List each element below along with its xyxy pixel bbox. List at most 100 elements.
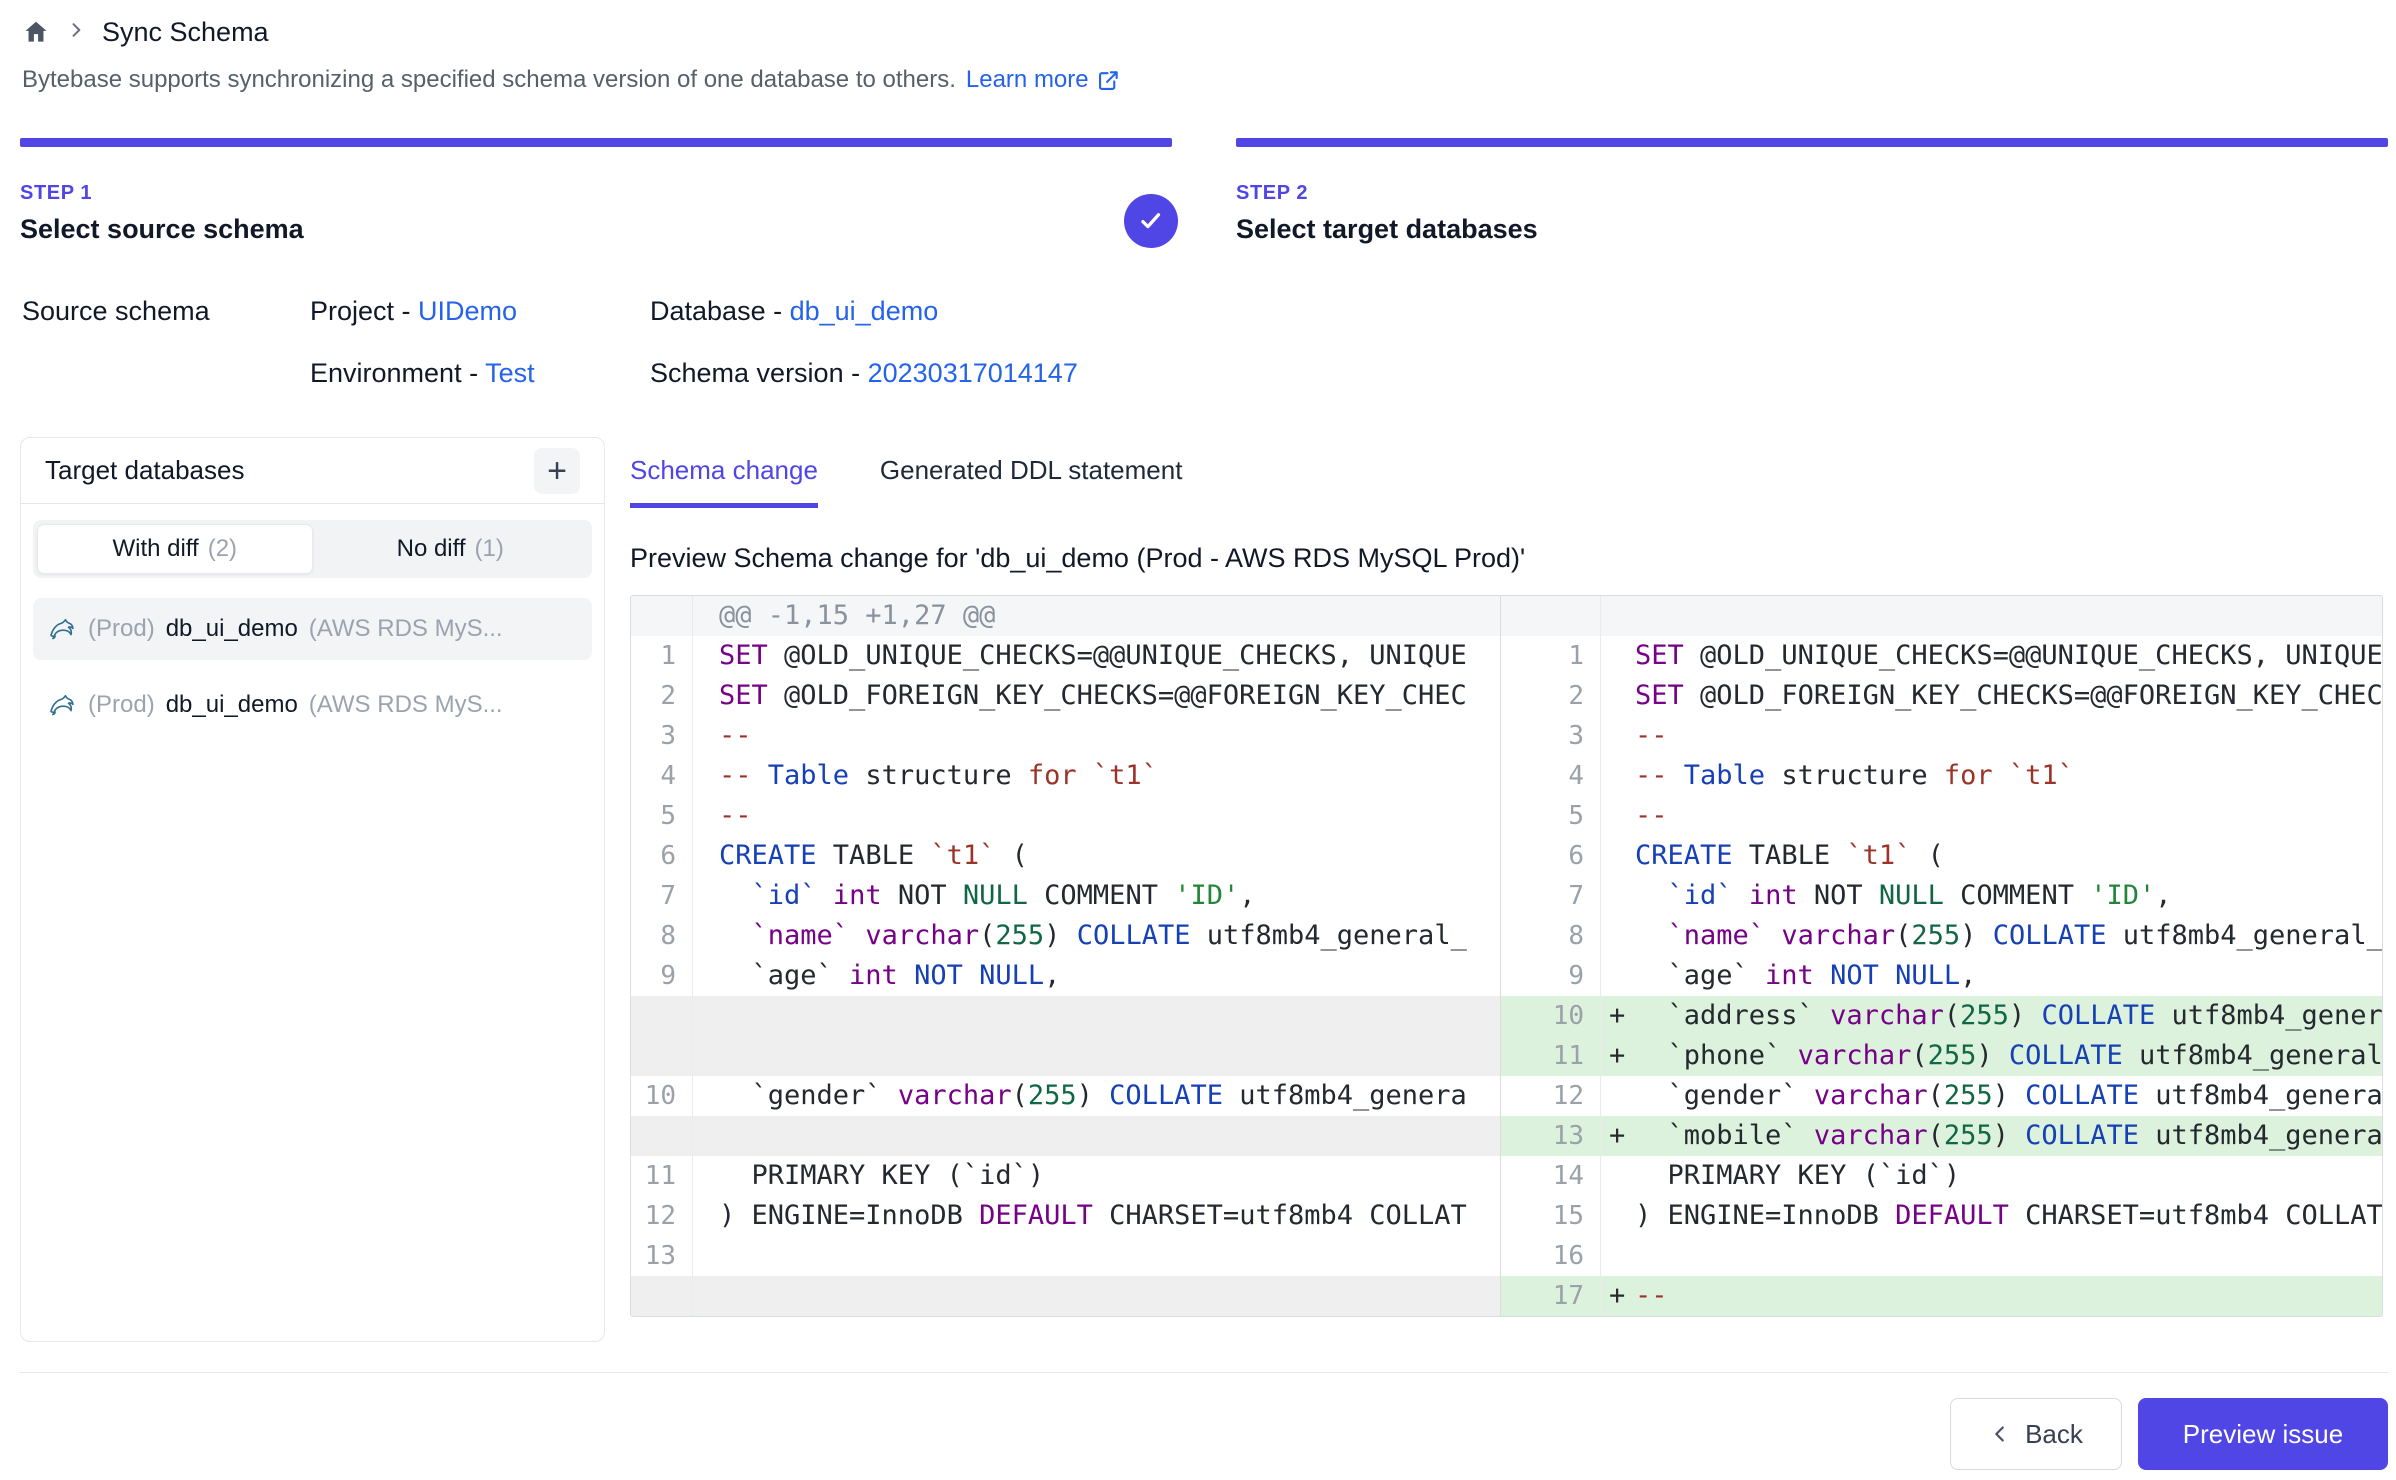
page-title: Sync Schema (102, 17, 269, 48)
preview-tabs: Schema change Generated DDL statement (630, 455, 1182, 508)
step1-completed-badge (1124, 194, 1178, 248)
step2-label: STEP 2 (1236, 182, 1538, 205)
step1-progress-bar (20, 138, 1172, 147)
preview-title: Preview Schema change for 'db_ui_demo (P… (630, 543, 1525, 574)
source-schema-version-field: Schema version - 20230317014147 (650, 358, 1078, 389)
tab-generated-ddl[interactable]: Generated DDL statement (880, 455, 1183, 508)
source-project-field: Project - UIDemo (310, 296, 517, 327)
code-line (1635, 596, 2382, 636)
step1-title: Select source schema (20, 214, 304, 245)
code-line: SET @OLD_UNIQUE_CHECKS=@@UNIQUE_CHECKS, … (693, 636, 1500, 676)
code-line: -- (1635, 716, 2382, 756)
line-number: 10 (631, 1076, 693, 1116)
code-line: ) ENGINE=InnoDB DEFAULT CHARSET=utf8mb4 … (693, 1196, 1500, 1236)
diff-added-row: 13+ `mobile` varchar(255) COLLATE utf8mb… (1501, 1116, 2382, 1156)
diff-code-row: 4-- Table structure for `t1` (631, 756, 1500, 796)
no-diff-count: (1) (475, 535, 504, 563)
code-line (1635, 1236, 2382, 1276)
tab-no-diff[interactable]: No diff (1) (313, 524, 589, 574)
mysql-dolphin-icon (47, 690, 77, 720)
line-number (631, 1116, 693, 1156)
line-number: 6 (631, 836, 693, 876)
diff-filler-row (631, 1036, 1500, 1076)
with-diff-count: (2) (208, 535, 237, 563)
source-database-field: Database - db_ui_demo (650, 296, 938, 327)
target-db-list: (Prod)db_ui_demo(AWS RDS MyS... (Prod)db… (21, 584, 604, 764)
tab-with-diff[interactable]: With diff (2) (37, 524, 313, 574)
line-number: 13 (631, 1236, 693, 1276)
code-line: SET @OLD_FOREIGN_KEY_CHECKS=@@FOREIGN_KE… (693, 676, 1500, 716)
add-target-database-button[interactable]: + (534, 448, 580, 494)
line-number: 13 (1501, 1116, 1601, 1156)
line-number: 11 (631, 1156, 693, 1196)
line-number: 7 (1501, 876, 1601, 916)
line-number: 7 (631, 876, 693, 916)
code-line: `age` int NOT NULL, (693, 956, 1500, 996)
line-number (1501, 596, 1601, 636)
line-number: 5 (631, 796, 693, 836)
code-line: CREATE TABLE `t1` ( (1635, 836, 2382, 876)
diff-code-row: 7 `id` int NOT NULL COMMENT 'ID', (631, 876, 1500, 916)
home-icon[interactable] (22, 18, 50, 46)
line-number: 5 (1501, 796, 1601, 836)
code-line: `id` int NOT NULL COMMENT 'ID', (1635, 876, 2382, 916)
no-diff-label: No diff (397, 535, 466, 563)
diff-code-row: 5-- (1501, 796, 2382, 836)
line-number: 1 (1501, 636, 1601, 676)
line-number: 15 (1501, 1196, 1601, 1236)
line-number: 12 (1501, 1076, 1601, 1116)
database-link[interactable]: db_ui_demo (790, 296, 939, 326)
preview-issue-button[interactable]: Preview issue (2138, 1398, 2388, 1470)
line-number: 11 (1501, 1036, 1601, 1076)
schema-version-label: Schema version - (650, 358, 860, 388)
diff-add-marker (1601, 636, 1635, 676)
diff-added-row: 10+ `address` varchar(255) COLLATE utf8m… (1501, 996, 2382, 1036)
description-text: Bytebase supports synchronizing a specif… (22, 66, 956, 94)
learn-more-link[interactable]: Learn more (966, 66, 1120, 94)
diff-filler-row (631, 1276, 1500, 1316)
tab-schema-change[interactable]: Schema change (630, 455, 818, 508)
line-number: 14 (1501, 1156, 1601, 1196)
schema-version-link[interactable]: 20230317014147 (868, 358, 1078, 388)
code-line (693, 996, 1500, 1036)
code-line: `name` varchar(255) COLLATE utf8mb4_gene… (1635, 916, 2382, 956)
back-label: Back (2025, 1419, 2083, 1450)
diff-add-marker (1601, 1156, 1635, 1196)
mysql-dolphin-icon (47, 614, 77, 644)
step1-header: STEP 1 Select source schema (20, 182, 304, 245)
code-line: `gender` varchar(255) COLLATE utf8mb4_ge… (1635, 1076, 2382, 1116)
diff-add-marker: + (1601, 1276, 1635, 1316)
db-instance: (AWS RDS MyS... (309, 615, 503, 643)
diff-code-row: 4-- Table structure for `t1` (1501, 756, 2382, 796)
environment-link[interactable]: Test (485, 358, 535, 388)
diff-add-marker (1601, 836, 1635, 876)
diff-added-row: 11+ `phone` varchar(255) COLLATE utf8mb4… (1501, 1036, 2382, 1076)
line-number: 16 (1501, 1236, 1601, 1276)
diff-add-marker (1601, 1196, 1635, 1236)
diff-hunk-row: @@ -1,15 +1,27 @@ (631, 596, 1500, 636)
code-line: PRIMARY KEY (`id`) (693, 1156, 1500, 1196)
back-button[interactable]: Back (1950, 1398, 2122, 1470)
line-number (631, 1036, 693, 1076)
diff-code-row: 14 PRIMARY KEY (`id`) (1501, 1156, 2382, 1196)
line-number: 9 (1501, 956, 1601, 996)
database-item[interactable]: (Prod)db_ui_demo(AWS RDS MyS... (33, 598, 592, 660)
code-line: `phone` varchar(255) COLLATE utf8mb4_gen… (1635, 1036, 2382, 1076)
diff-add-marker (1601, 876, 1635, 916)
diff-code-row: 5-- (631, 796, 1500, 836)
diff-code-row: 1 SET @OLD_UNIQUE_CHECKS=@@UNIQUE_CHECKS,… (1501, 636, 2382, 676)
diff-pane-right: 1 SET @OLD_UNIQUE_CHECKS=@@UNIQUE_CHECKS,… (1501, 596, 2382, 1316)
database-item[interactable]: (Prod)db_ui_demo(AWS RDS MyS... (33, 674, 592, 736)
diff-add-marker (1601, 716, 1635, 756)
external-link-icon (1097, 69, 1120, 92)
with-diff-label: With diff (112, 535, 198, 563)
code-line: SET @OLD_UNIQUE_CHECKS=@@UNIQUE_CHECKS, … (1635, 636, 2382, 676)
check-icon (1136, 206, 1166, 236)
project-link[interactable]: UIDemo (418, 296, 517, 326)
page-description: Bytebase supports synchronizing a specif… (22, 66, 1120, 94)
diff-pane-left: @@ -1,15 +1,27 @@1SET @OLD_UNIQUE_CHECKS… (631, 596, 1501, 1316)
code-line: -- (693, 716, 1500, 756)
diff-code-row: 3-- (631, 716, 1500, 756)
target-databases-header: Target databases + (21, 438, 604, 504)
diff-code-row: 8 `name` varchar(255) COLLATE utf8mb4_ge… (631, 916, 1500, 956)
